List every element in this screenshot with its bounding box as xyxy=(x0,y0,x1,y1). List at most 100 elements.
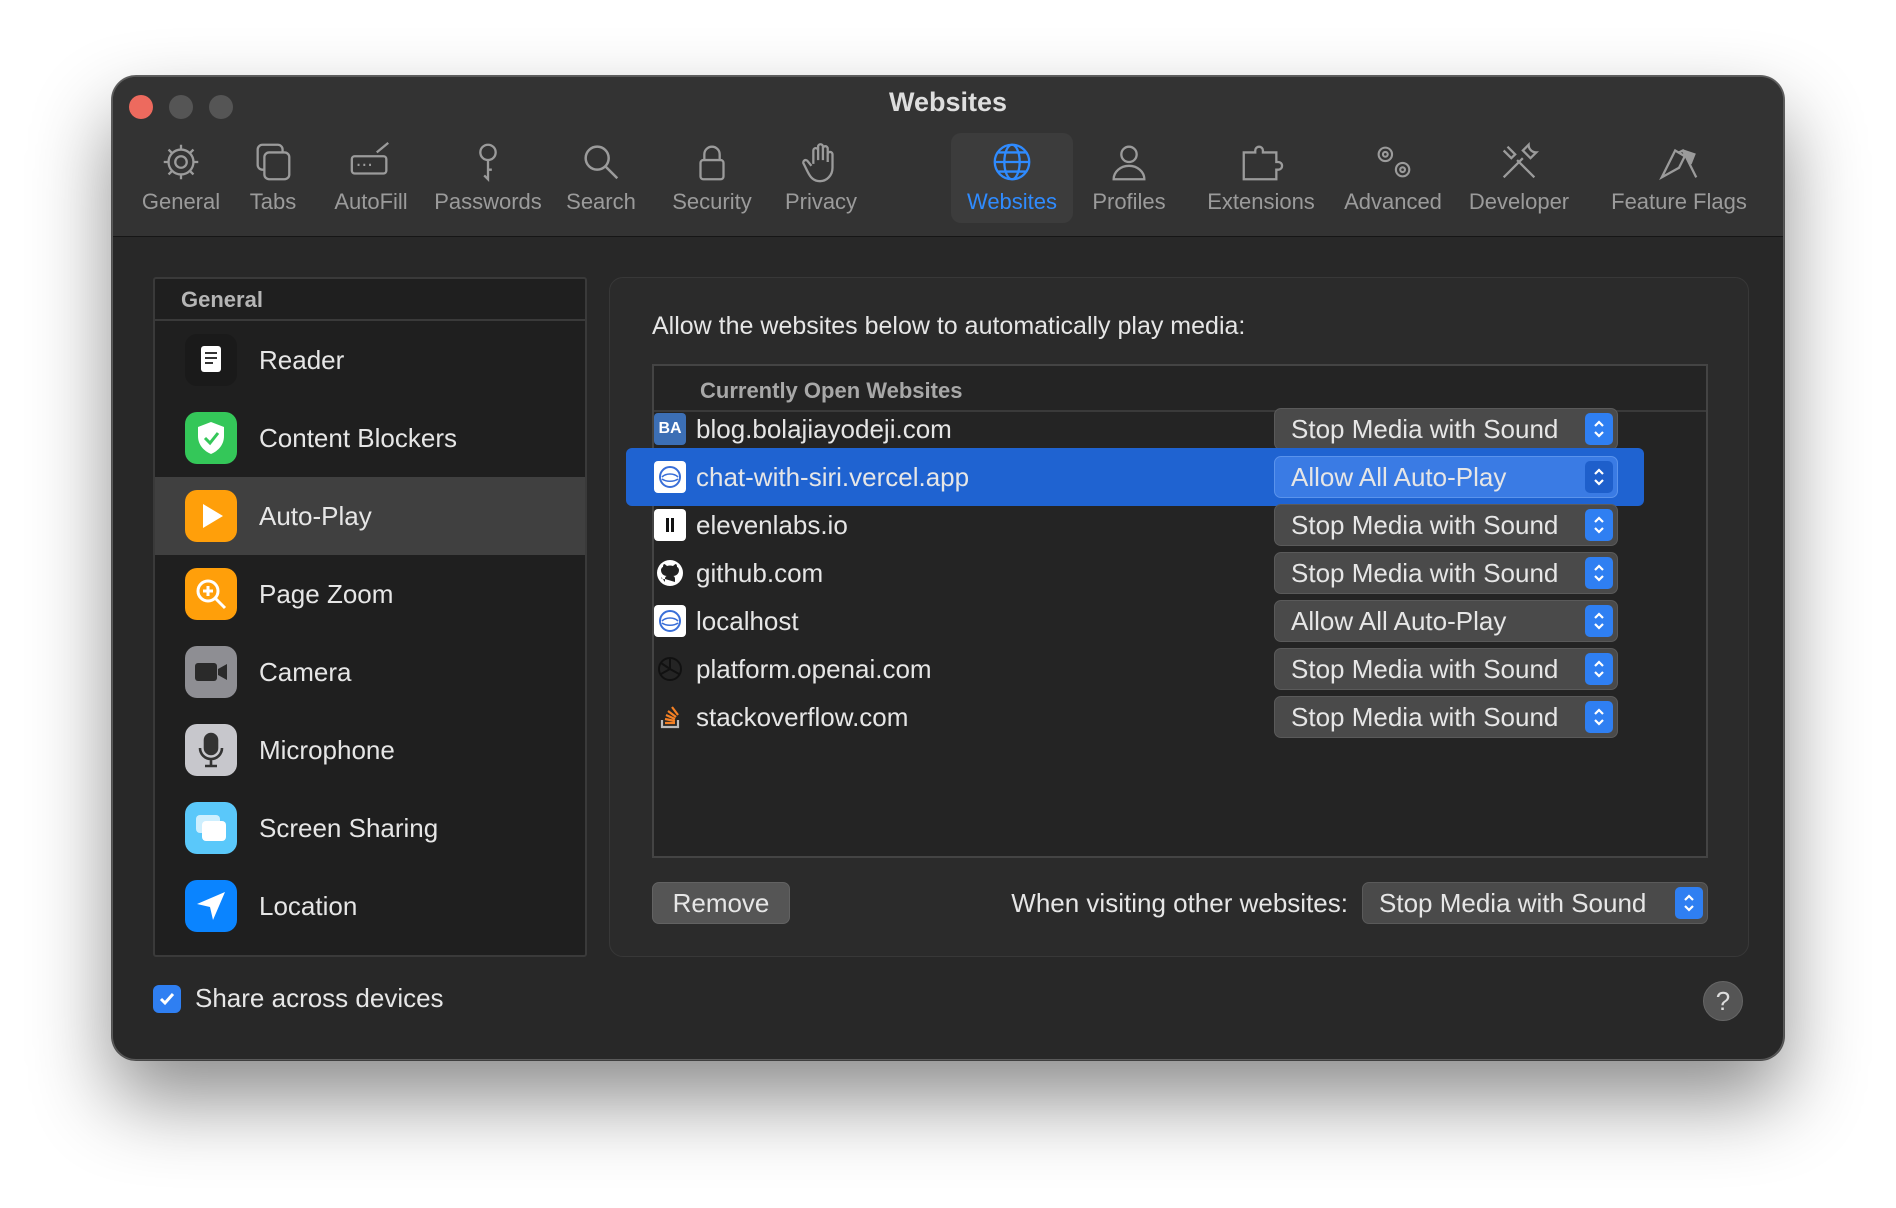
puzzle-icon xyxy=(1242,145,1284,181)
select-value: Allow All Auto-Play xyxy=(1291,462,1507,492)
sidebar-item-content-blockers[interactable]: Content Blockers xyxy=(155,399,585,477)
gears-icon xyxy=(1377,146,1411,178)
autoplay-setting-select[interactable]: Allow All Auto-Play xyxy=(1274,456,1618,498)
sidebar-item-label: Screen Sharing xyxy=(259,812,439,843)
sidebar-item-label: Camera xyxy=(259,656,352,687)
key-icon xyxy=(479,143,497,183)
chevron-updown-icon xyxy=(1585,461,1613,493)
sidebar-item-location[interactable]: Location xyxy=(155,867,585,945)
tab-tabs[interactable]: Tabs xyxy=(235,133,311,223)
microphone-icon xyxy=(185,724,237,776)
autofill-icon xyxy=(350,141,389,175)
tab-search[interactable]: Search xyxy=(553,133,649,223)
table-row[interactable]: stackoverflow.com Stop Media with Sound xyxy=(626,688,1644,746)
sidebar-item-label: Location xyxy=(259,890,358,921)
openai-favicon-icon xyxy=(654,653,686,685)
tab-profiles[interactable]: Profiles xyxy=(1083,133,1175,223)
tab-security[interactable]: Security xyxy=(661,133,763,223)
autoplay-setting-select[interactable]: Stop Media with Sound xyxy=(1274,408,1618,450)
autoplay-setting-select[interactable]: Stop Media with Sound xyxy=(1274,648,1618,690)
lock-icon xyxy=(699,145,725,181)
screen-sharing-icon xyxy=(185,802,237,854)
select-value: Stop Media with Sound xyxy=(1291,558,1559,588)
chevron-updown-icon xyxy=(1585,605,1613,637)
favicon-text: BA xyxy=(658,420,682,437)
chevron-updown-icon xyxy=(1585,509,1613,541)
checkmark-icon xyxy=(159,992,175,1005)
chevron-updown-icon xyxy=(1585,701,1613,733)
tab-developer[interactable]: Developer xyxy=(1461,133,1577,223)
share-across-devices[interactable]: Share across devices xyxy=(153,983,444,1014)
tab-extensions[interactable]: Extensions xyxy=(1199,133,1323,223)
preferences-toolbar: General Tabs AutoFill Passwords Search S… xyxy=(113,133,1783,229)
gear-icon xyxy=(163,144,199,180)
remove-button[interactable]: Remove xyxy=(652,882,790,924)
select-value: Stop Media with Sound xyxy=(1291,510,1559,540)
zoom-icon xyxy=(185,568,237,620)
tab-label: Websites xyxy=(966,189,1058,214)
elevenlabs-favicon-icon xyxy=(654,509,686,541)
sidebar-item-camera[interactable]: Camera xyxy=(155,633,585,711)
tab-label: AutoFill xyxy=(334,189,408,214)
tab-advanced[interactable]: Advanced xyxy=(1335,133,1451,223)
tab-privacy[interactable]: Privacy xyxy=(773,133,869,223)
autoplay-setting-select[interactable]: Allow All Auto-Play xyxy=(1274,600,1618,642)
chevron-updown-icon xyxy=(1585,653,1613,685)
other-websites-select[interactable]: Stop Media with Sound xyxy=(1362,882,1708,924)
sidebar-item-label: Auto-Play xyxy=(259,500,372,531)
tab-label: Advanced xyxy=(1344,189,1442,214)
tab-general[interactable]: General xyxy=(139,133,223,223)
tab-label: Security xyxy=(672,189,752,214)
camera-icon xyxy=(185,646,237,698)
tab-label: Privacy xyxy=(784,189,858,214)
settings-sidebar: General Reader Content Blockers Auto-Pla… xyxy=(153,277,587,957)
stackoverflow-favicon-icon xyxy=(654,701,686,733)
tab-label: Profiles xyxy=(1092,189,1166,214)
share-checkbox[interactable] xyxy=(153,984,181,1013)
location-arrow-icon xyxy=(185,880,237,932)
preferences-window: Websites General Tabs AutoFill Passwords… xyxy=(112,76,1784,1060)
tabs-icon xyxy=(256,143,291,181)
reader-icon xyxy=(185,334,237,386)
sidebar-item-label: Content Blockers xyxy=(259,422,457,453)
sidebar-header: General xyxy=(155,279,585,321)
window-title: Websites xyxy=(888,87,1008,117)
chevron-updown-icon xyxy=(1585,413,1613,445)
tab-label: Feature Flags xyxy=(1611,189,1747,214)
sidebar-item-screen-sharing[interactable]: Screen Sharing xyxy=(155,789,585,867)
titlebar: Websites General Tabs AutoFill Passwords… xyxy=(113,77,1783,237)
localhost-favicon-icon xyxy=(654,605,686,637)
sidebar-item-page-zoom[interactable]: Page Zoom xyxy=(155,555,585,633)
hand-icon xyxy=(802,143,834,183)
flags-icon xyxy=(1659,148,1698,181)
select-value: Allow All Auto-Play xyxy=(1291,606,1507,636)
autoplay-setting-select[interactable]: Stop Media with Sound xyxy=(1274,552,1618,594)
auto-play-panel: Allow the websites below to automaticall… xyxy=(609,277,1749,957)
github-favicon-icon xyxy=(654,557,686,589)
sidebar-item-label: Reader xyxy=(259,344,345,375)
sidebar-item-auto-play[interactable]: Auto-Play xyxy=(155,477,585,555)
siri-favicon-icon xyxy=(654,461,686,493)
tab-websites[interactable]: Websites xyxy=(951,133,1073,223)
select-value: Stop Media with Sound xyxy=(1291,414,1559,444)
tab-feature-flags[interactable]: Feature Flags xyxy=(1599,133,1759,223)
select-value: Stop Media with Sound xyxy=(1291,702,1559,732)
play-icon xyxy=(185,490,237,542)
autoplay-setting-select[interactable]: Stop Media with Sound xyxy=(1274,696,1618,738)
help-button[interactable]: ? xyxy=(1703,981,1743,1021)
tab-passwords[interactable]: Passwords xyxy=(429,133,547,223)
tab-label: Tabs xyxy=(249,189,297,214)
magnifier-icon xyxy=(584,145,619,180)
other-websites-label: When visiting other websites: xyxy=(1011,888,1348,918)
chevron-updown-icon xyxy=(1675,887,1703,919)
select-value: Stop Media with Sound xyxy=(1291,654,1559,684)
sidebar-item-reader[interactable]: Reader xyxy=(155,321,585,399)
sidebar-item-label: Microphone xyxy=(259,734,395,765)
sidebar-item-microphone[interactable]: Microphone xyxy=(155,711,585,789)
tab-label: General xyxy=(141,189,221,214)
autoplay-setting-select[interactable]: Stop Media with Sound xyxy=(1274,504,1618,546)
tab-label: Extensions xyxy=(1207,189,1315,214)
tab-autofill[interactable]: AutoFill xyxy=(321,133,421,223)
panel-title: Allow the websites below to automaticall… xyxy=(652,312,1246,340)
favicon-icon: BA xyxy=(654,413,686,445)
